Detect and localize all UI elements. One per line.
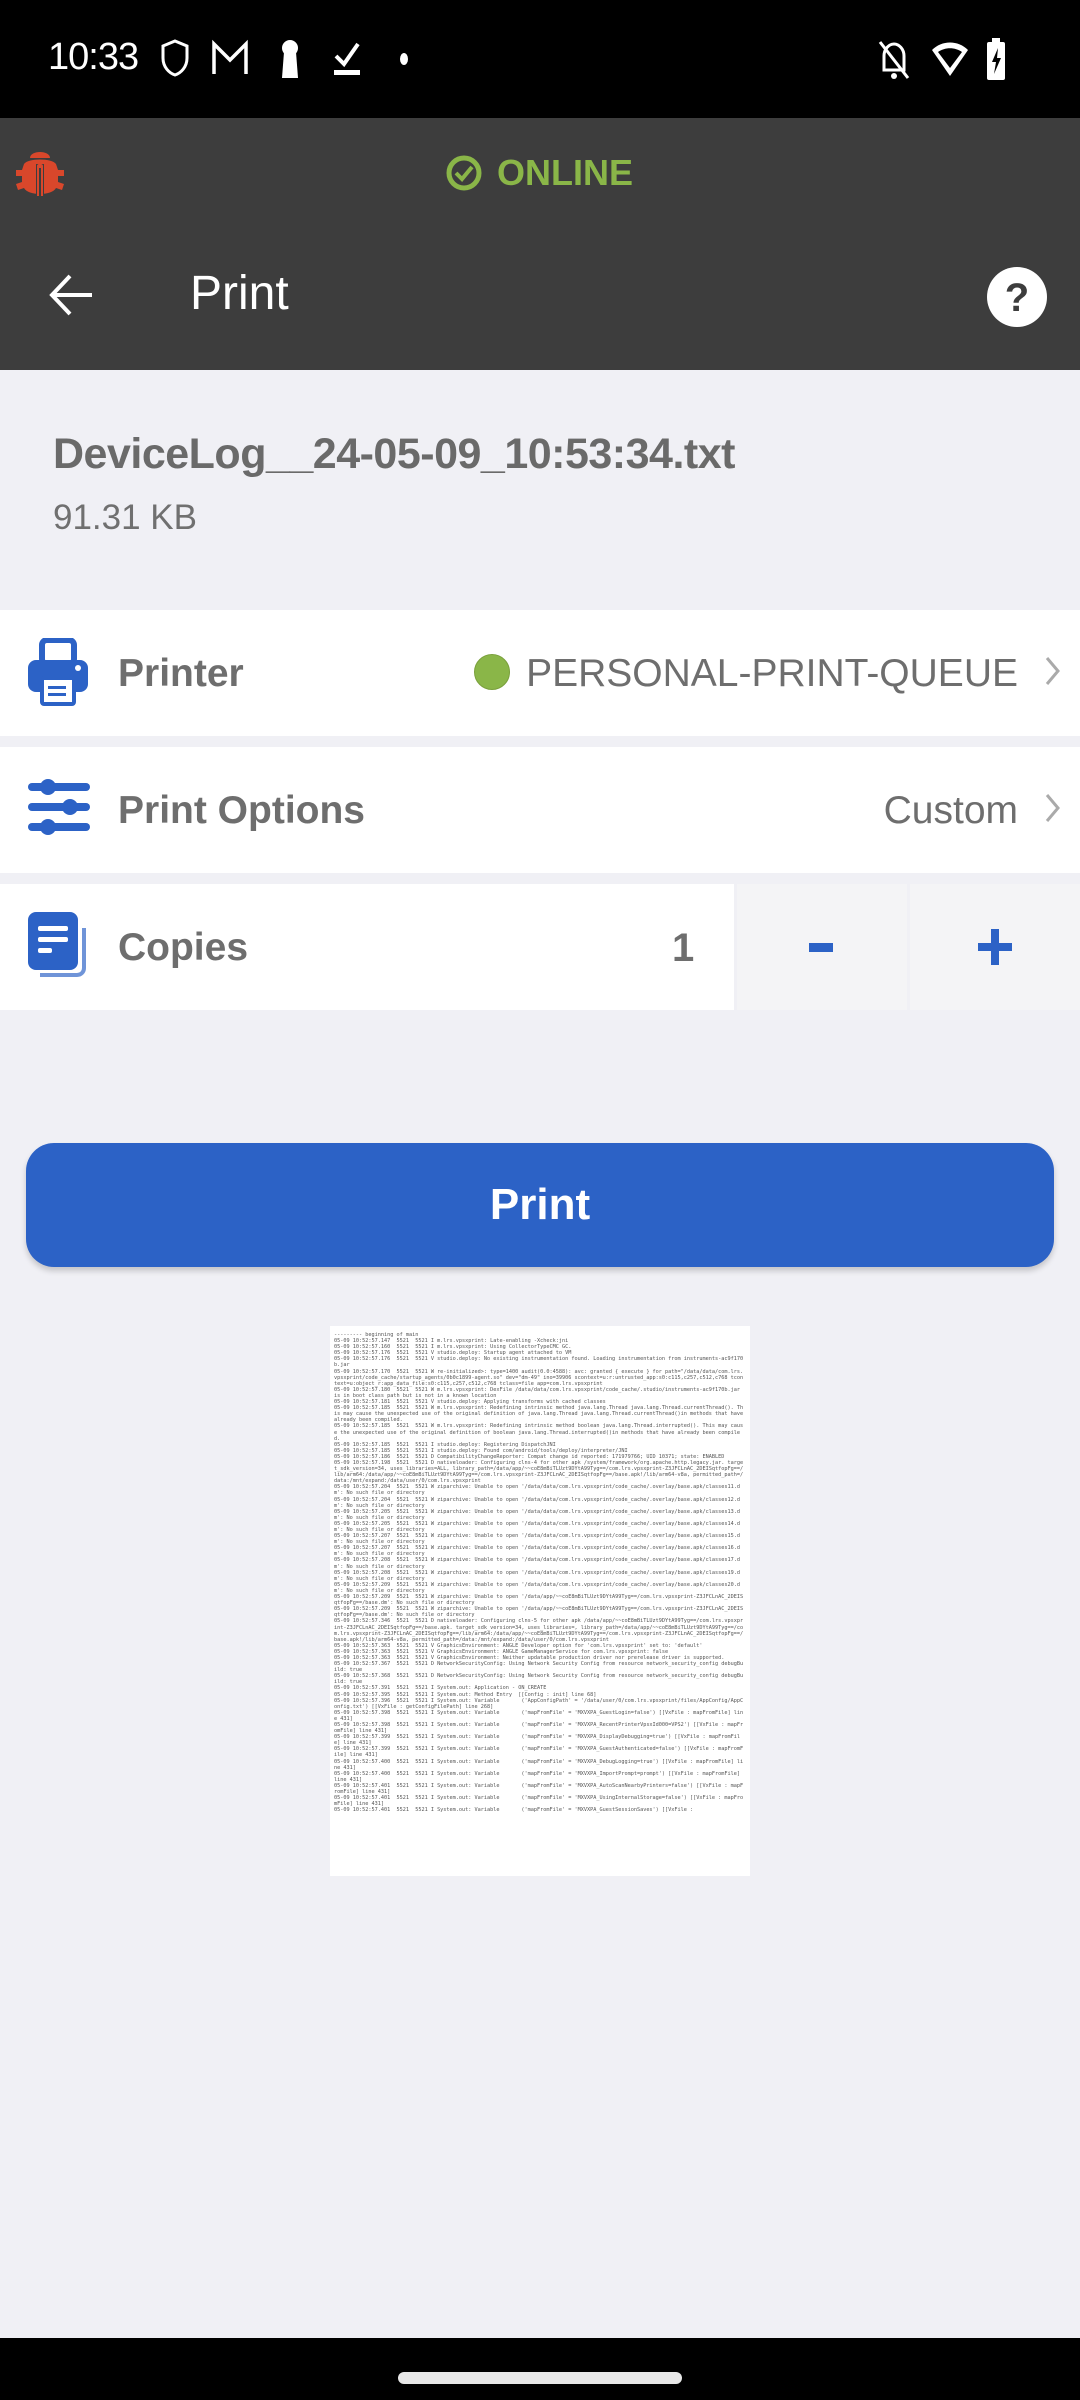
debug-bug-icon[interactable] <box>14 144 66 202</box>
help-icon[interactable]: ? <box>986 266 1048 328</box>
back-arrow-icon[interactable] <box>48 272 94 318</box>
printer-status-dot <box>474 654 511 690</box>
connection-status: ONLINE <box>445 152 633 194</box>
copies-value[interactable]: 1 <box>672 926 694 971</box>
print-options-label: Print Options <box>118 789 365 832</box>
printer-value: PERSONAL-PRINT-QUEUE <box>474 652 1018 696</box>
printer-row[interactable]: Printer PERSONAL-PRINT-QUEUE <box>0 610 1080 736</box>
home-gesture-handle[interactable] <box>398 2372 682 2384</box>
notification-dot-icon <box>400 53 408 65</box>
notifications-off-icon <box>878 41 910 79</box>
preview-text: --------- beginning of main 05-09 10:52:… <box>334 1332 744 1814</box>
document-preview: --------- beginning of main 05-09 10:52:… <box>330 1326 750 1876</box>
minus-icon <box>809 943 833 952</box>
status-time: 10:33 <box>48 36 139 78</box>
svg-text:?: ? <box>1005 276 1029 320</box>
navigation-bar <box>0 2338 1080 2400</box>
page-title: Print <box>190 267 289 320</box>
app-bar: Print ? <box>0 230 1080 370</box>
increment-copies-button[interactable] <box>910 884 1080 1010</box>
printer-icon <box>28 638 88 706</box>
file-name: DeviceLog__24-05-09_10:53:34.txt <box>53 430 735 478</box>
task-check-icon <box>334 42 360 75</box>
plus-icon <box>978 929 1012 965</box>
shield-icon <box>161 39 189 77</box>
chevron-right-icon <box>1045 657 1060 685</box>
file-info: DeviceLog__24-05-09_10:53:34.txt 91.31 K… <box>0 370 1080 606</box>
wifi-icon <box>932 42 968 76</box>
file-size: 91.31 KB <box>53 498 197 537</box>
copies-icon <box>28 912 86 977</box>
copies-label: Copies <box>118 926 249 969</box>
connection-status-label: ONLINE <box>497 152 634 193</box>
sliders-icon <box>28 779 90 835</box>
decrement-copies-button[interactable] <box>737 884 907 1010</box>
printer-name: PERSONAL-PRINT-QUEUE <box>526 652 1018 695</box>
battery-charging-icon <box>987 38 1005 80</box>
status-bar: 10:33 <box>0 0 1080 118</box>
connection-bar: ONLINE <box>0 118 1080 230</box>
chevron-right-icon <box>1045 794 1060 822</box>
print-options-value: Custom <box>883 789 1018 832</box>
print-options-row[interactable]: Print Options Custom <box>0 747 1080 873</box>
check-circle-icon <box>446 155 482 191</box>
print-button[interactable]: Print <box>26 1143 1054 1267</box>
keyhole-icon <box>282 40 298 78</box>
printer-label: Printer <box>118 652 244 695</box>
copies-row: Copies 1 <box>0 884 734 1010</box>
gmail-icon <box>212 39 248 74</box>
